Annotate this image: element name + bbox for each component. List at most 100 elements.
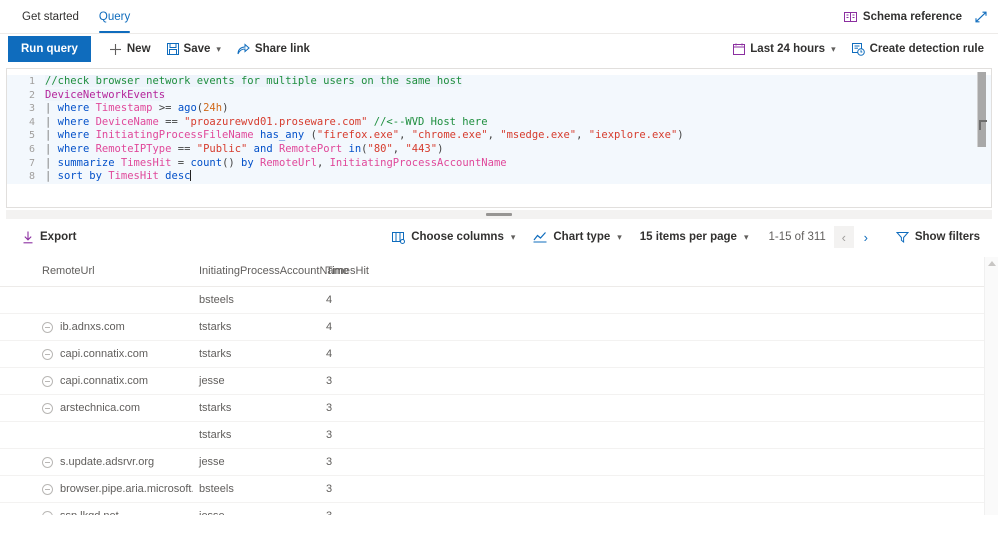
scroll-up-arrow-icon[interactable] [988,261,996,266]
code-line[interactable]: 6 | where RemoteIPType == "Public" and R… [7,142,991,157]
table-row[interactable]: browser.pipe.aria.microsoft.com bsteels … [0,475,998,503]
minus-circle-icon[interactable] [42,510,53,515]
splitter-handle[interactable] [486,213,512,216]
minus-circle-icon[interactable] [42,321,53,333]
export-button[interactable]: Export [14,223,84,251]
editor-scrollbar-thumb[interactable] [977,72,987,147]
column-header-timeshit[interactable]: TimesHit [320,257,369,287]
code-token-keyword: where [57,102,90,115]
cell-remoteurl-text: s.update.adsrvr.org [60,456,155,468]
code-line[interactable]: 2 DeviceNetworkEvents [7,88,991,103]
tab-get-started[interactable]: Get started [12,10,89,33]
cell-remoteurl: ib.adnxs.com [36,313,193,341]
query-editor-content[interactable]: 1 //check browser network events for mul… [7,69,991,207]
columns-icon [392,231,406,244]
time-range-label: Last 24 hours [750,43,826,55]
code-token-keyword: has_any [259,129,305,142]
line-number: 8 [28,171,35,183]
table-row[interactable]: capi.connatix.com jesse 3 [0,367,998,395]
minus-circle-icon[interactable] [42,348,53,360]
code-token-pipe: | [45,115,52,128]
minus-circle-icon[interactable] [42,402,53,414]
table-row[interactable]: ssp.lkqd.net jesse 3 [0,502,998,515]
code-text: | where Timestamp >= ago(24h) [45,102,228,116]
expand-button[interactable] [972,8,990,26]
choose-columns-button[interactable]: Choose columns ▾ [384,223,523,251]
items-per-page-button[interactable]: 15 items per page ▾ [632,223,757,251]
editor-vertical-scrollbar[interactable] [977,72,987,204]
code-token-string: "Public" [196,142,248,155]
query-editor[interactable]: 1 //check browser network events for mul… [6,68,992,208]
code-token-comma: , [316,156,324,169]
cell-filler [360,448,998,476]
chart-type-button[interactable]: Chart type ▾ [525,223,629,251]
cell-remoteurl [36,286,193,314]
panel-splitter[interactable] [6,210,992,219]
cell-account: jesse [193,367,320,395]
text-caret [190,170,192,182]
table-row[interactable]: bsteels 4 [0,286,998,314]
time-range-picker[interactable]: Last 24 hours ▾ [725,36,843,62]
chevron-down-icon[interactable]: ▾ [744,232,749,243]
cell-account: tstarks [193,394,320,422]
chevron-down-icon[interactable]: ▾ [511,232,516,243]
table-row[interactable]: s.update.adsrvr.org jesse 3 [0,448,998,476]
create-detection-rule-button[interactable]: Create detection rule [844,36,992,62]
next-page-button[interactable]: › [856,226,876,248]
minus-circle-icon[interactable] [42,375,53,387]
code-line[interactable]: 5 | where InitiatingProcessFileName has_… [7,129,991,143]
code-token-operator: == [165,115,178,128]
code-token-keyword: where [57,142,90,155]
tab-query[interactable]: Query [89,10,140,33]
line-number: 6 [28,143,35,155]
new-label: New [126,43,151,55]
previous-page-button[interactable]: ‹ [833,226,854,248]
code-token-column: RemoteUrl [260,156,317,169]
chart-type-label: Chart type [553,231,611,243]
code-token-pipe: | [45,156,52,169]
row-spacer [0,448,36,476]
line-number: 2 [28,89,35,101]
chevron-down-icon[interactable]: ▾ [216,44,221,55]
code-text: | where RemoteIPType == "Public" and Rem… [45,143,443,157]
row-spacer [0,394,36,422]
results-vertical-scrollbar[interactable] [984,257,998,515]
code-token-comma: , [392,142,400,155]
line-number: 7 [28,157,35,169]
minus-circle-icon[interactable] [42,483,53,495]
tab-strip: Get started Query Schema reference [0,0,998,34]
row-spacer [0,313,36,341]
cell-filler [360,421,998,449]
table-row[interactable]: capi.connatix.com tstarks 4 [0,340,998,368]
cell-remoteurl-text: arstechnica.com [60,402,141,414]
code-token-keyword: by [241,156,254,169]
show-filters-label: Show filters [914,231,980,243]
code-token-column: RemotePort [278,142,343,155]
schema-reference-button[interactable]: Schema reference [843,11,962,23]
column-header-filler [360,257,998,287]
code-line[interactable]: 3 | where Timestamp >= ago(24h) [7,102,991,116]
table-row[interactable]: tstarks 3 [0,421,998,449]
code-line[interactable]: 1 //check browser network events for mul… [7,75,991,89]
line-number: 3 [28,103,35,115]
share-link-button[interactable]: Share link [229,36,318,62]
code-line[interactable]: 4 | where DeviceName == "proazurewvd01.p… [7,115,991,130]
column-header-remoteurl[interactable]: RemoteUrl [36,257,193,287]
chevron-down-icon[interactable]: ▾ [617,232,622,243]
column-header-initiatingprocessaccountname[interactable]: InitiatingProcessAccountName [193,257,349,287]
code-line[interactable]: 8 | sort by TimesHit desc [7,170,991,184]
code-token-column: TimesHit [108,170,159,183]
new-button[interactable]: New [101,36,159,62]
chevron-down-icon[interactable]: ▾ [831,44,836,55]
row-selector-header [0,257,36,287]
cell-filler [360,340,998,368]
show-filters-button[interactable]: Show filters [888,223,988,251]
code-token-number: 24h [203,102,223,115]
minus-circle-icon[interactable] [42,456,53,468]
save-button[interactable]: Save ▾ [159,36,229,62]
code-line[interactable]: 7 | summarize TimesHit = count() by Remo… [7,156,991,171]
table-row[interactable]: arstechnica.com tstarks 3 [0,394,998,422]
code-token-comment: //check browser network events for multi… [45,75,463,87]
table-row[interactable]: ib.adnxs.com tstarks 4 [0,313,998,341]
run-query-button[interactable]: Run query [8,36,91,62]
